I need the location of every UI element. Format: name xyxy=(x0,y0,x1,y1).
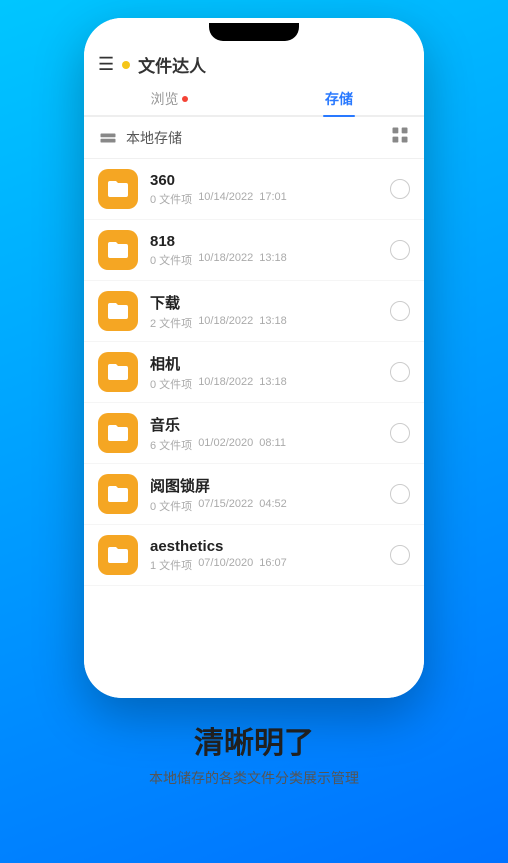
list-item[interactable]: 360 0 文件项 10/14/2022 17:01 xyxy=(84,159,424,220)
header-dot xyxy=(122,61,130,69)
notch xyxy=(209,23,299,41)
file-date: 10/18/2022 xyxy=(198,376,253,392)
file-select-circle[interactable] xyxy=(390,301,410,321)
file-date: 07/10/2020 xyxy=(198,557,253,573)
list-item[interactable]: 音乐 6 文件项 01/02/2020 08:11 xyxy=(84,403,424,464)
file-select-circle[interactable] xyxy=(390,179,410,199)
file-select-circle[interactable] xyxy=(390,423,410,443)
file-date: 07/15/2022 xyxy=(198,498,253,514)
file-info: aesthetics 1 文件项 07/10/2020 16:07 xyxy=(150,538,382,573)
file-select-circle[interactable] xyxy=(390,545,410,565)
file-meta: 0 文件项 10/14/2022 17:01 xyxy=(150,191,382,207)
file-time: 13:18 xyxy=(259,252,287,268)
folder-icon xyxy=(98,291,138,331)
file-time: 16:07 xyxy=(259,557,287,573)
file-meta: 0 文件项 10/18/2022 13:18 xyxy=(150,376,382,392)
list-item[interactable]: 相机 0 文件项 10/18/2022 13:18 xyxy=(84,342,424,403)
file-meta: 0 文件项 10/18/2022 13:18 xyxy=(150,252,382,268)
file-time: 17:01 xyxy=(259,191,287,207)
file-select-circle[interactable] xyxy=(390,484,410,504)
menu-icon[interactable]: ☰ xyxy=(98,54,114,75)
file-count: 6 文件项 xyxy=(150,437,192,453)
list-item[interactable]: 818 0 文件项 10/18/2022 13:18 xyxy=(84,220,424,281)
file-list: 360 0 文件项 10/14/2022 17:01 818 0 文件项 10/… xyxy=(84,159,424,698)
file-time: 13:18 xyxy=(259,376,287,392)
file-date: 10/18/2022 xyxy=(198,252,253,268)
folder-icon xyxy=(98,169,138,209)
status-bar xyxy=(84,18,424,46)
list-item[interactable]: 阅图锁屏 0 文件项 07/15/2022 04:52 xyxy=(84,464,424,525)
file-time: 13:18 xyxy=(259,315,287,331)
file-count: 0 文件项 xyxy=(150,191,192,207)
phone-frame: ☰ 文件达人 浏览 存储 本地存储 360 xyxy=(84,18,424,698)
tab-storage[interactable]: 存储 xyxy=(254,81,424,115)
storage-label: 本地存储 xyxy=(126,128,390,148)
file-count: 0 文件项 xyxy=(150,376,192,392)
app-title: 文件达人 xyxy=(138,52,206,77)
folder-icon xyxy=(98,535,138,575)
bottom-section: 清晰明了 本地储存的各类文件分类展示管理 xyxy=(129,698,379,805)
file-info: 360 0 文件项 10/14/2022 17:01 xyxy=(150,172,382,207)
file-name: 音乐 xyxy=(150,414,382,435)
file-info: 音乐 6 文件项 01/02/2020 08:11 xyxy=(150,414,382,453)
file-count: 1 文件项 xyxy=(150,557,192,573)
tab-dot xyxy=(182,96,188,102)
folder-icon xyxy=(98,352,138,392)
app-header: ☰ 文件达人 xyxy=(84,46,424,77)
file-info: 相机 0 文件项 10/18/2022 13:18 xyxy=(150,353,382,392)
file-time: 08:11 xyxy=(259,437,286,453)
file-date: 10/14/2022 xyxy=(198,191,253,207)
file-meta: 0 文件项 07/15/2022 04:52 xyxy=(150,498,382,514)
folder-icon xyxy=(98,474,138,514)
bottom-description: 本地储存的各类文件分类展示管理 xyxy=(149,768,359,789)
file-name: 818 xyxy=(150,233,382,250)
folder-icon xyxy=(98,413,138,453)
file-time: 04:52 xyxy=(259,498,287,514)
file-meta: 6 文件项 01/02/2020 08:11 xyxy=(150,437,382,453)
list-item[interactable]: aesthetics 1 文件项 07/10/2020 16:07 xyxy=(84,525,424,586)
file-name: 360 xyxy=(150,172,382,189)
bottom-title: 清晰明了 xyxy=(149,718,359,762)
tab-browse[interactable]: 浏览 xyxy=(84,81,254,115)
file-meta: 1 文件项 07/10/2020 16:07 xyxy=(150,557,382,573)
file-count: 0 文件项 xyxy=(150,498,192,514)
file-date: 10/18/2022 xyxy=(198,315,253,331)
file-name: 阅图锁屏 xyxy=(150,475,382,496)
toolbar-row: 本地存储 xyxy=(84,117,424,159)
file-name: aesthetics xyxy=(150,538,382,555)
file-info: 818 0 文件项 10/18/2022 13:18 xyxy=(150,233,382,268)
file-name: 下载 xyxy=(150,292,382,313)
file-count: 0 文件项 xyxy=(150,252,192,268)
file-select-circle[interactable] xyxy=(390,362,410,382)
list-item[interactable]: 下载 2 文件项 10/18/2022 13:18 xyxy=(84,281,424,342)
storage-icon xyxy=(98,128,118,148)
file-info: 阅图锁屏 0 文件项 07/15/2022 04:52 xyxy=(150,475,382,514)
file-date: 01/02/2020 xyxy=(198,437,253,453)
file-count: 2 文件项 xyxy=(150,315,192,331)
file-select-circle[interactable] xyxy=(390,240,410,260)
file-meta: 2 文件项 10/18/2022 13:18 xyxy=(150,315,382,331)
grid-view-icon[interactable] xyxy=(390,125,410,150)
file-name: 相机 xyxy=(150,353,382,374)
folder-icon xyxy=(98,230,138,270)
file-info: 下载 2 文件项 10/18/2022 13:18 xyxy=(150,292,382,331)
tab-bar: 浏览 存储 xyxy=(84,81,424,117)
